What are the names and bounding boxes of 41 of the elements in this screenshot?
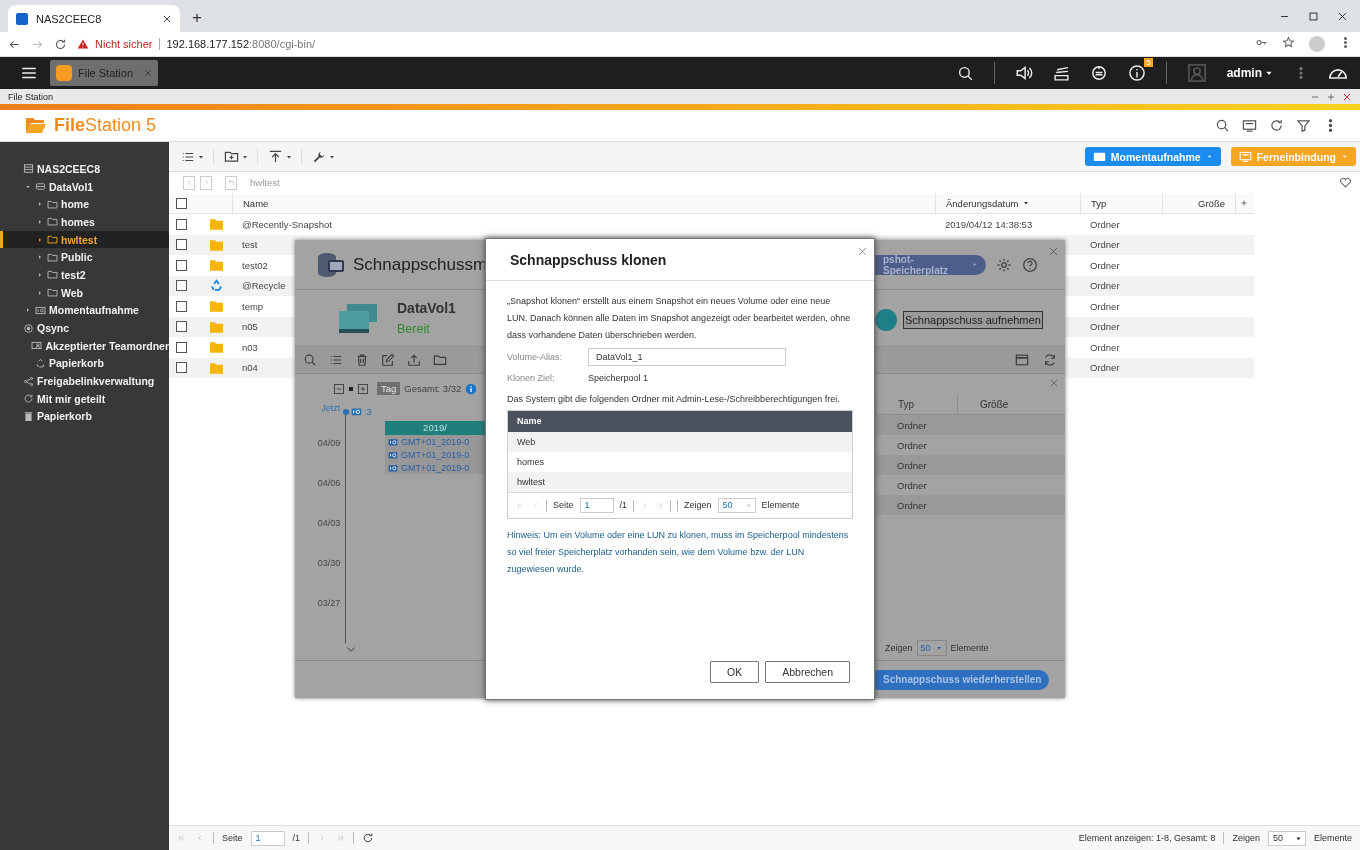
items-label: Elemente	[761, 499, 800, 512]
window-title: File Station	[8, 91, 54, 102]
file-type: Ordner	[1090, 341, 1120, 353]
items-label: Elemente	[950, 643, 989, 653]
file-type: Ordner	[1090, 218, 1120, 230]
notification-badge: 5	[1144, 58, 1153, 67]
file-type: Ordner	[1090, 300, 1120, 312]
show-label: Zeigen	[1232, 833, 1260, 843]
show-label: Zeigen	[684, 499, 712, 512]
dialog-description: „Snapshot klonen“ erstellt aus einem Snapshot ein neues Volume oder eine neue LUN. Danach können alle Daten im Snapshot angezeigt oder bearbeitet werden, ohne dass vorhandene Daten überschrieben werden.	[507, 295, 852, 342]
field-label: Volume-Alias:	[507, 350, 564, 364]
file-type: Ordner	[1090, 280, 1120, 292]
page-label: Seite	[553, 499, 574, 512]
items-label: Elemente	[1313, 833, 1352, 843]
timeline-date: 03/30	[317, 557, 341, 570]
item-summary: Element anzeigen: 1-8, Gesamt: 8	[1078, 833, 1216, 843]
snapshot-count: :3	[351, 406, 485, 417]
timeline-now-label: Jetzt	[321, 403, 341, 415]
page-total: /1	[619, 499, 628, 512]
file-type: Ordner	[1090, 362, 1120, 374]
page-label: Seite	[222, 833, 243, 843]
volume-name: DataVol1	[397, 300, 456, 316]
show-label: Zeigen	[885, 643, 913, 653]
file-type: Ordner	[1090, 259, 1120, 271]
snapshot-total: Gesamt: 3/32	[404, 383, 462, 394]
folders-note: Das System gibt die folgenden Ordner mit Admin-Lese-/Schreibberechtigungen frei.	[507, 393, 841, 406]
file-type: Ordner	[1090, 321, 1120, 333]
volume-status: Bereit	[397, 322, 431, 336]
timeline-date: 04/09	[317, 437, 341, 450]
page-total: /1	[292, 833, 301, 843]
timeline-date: 04/03	[317, 517, 341, 530]
dialog-title: Schnappschuss klonen	[510, 251, 667, 268]
modified-date: 2019/04/12 14:38:53	[945, 218, 1033, 230]
timeline-date: 04/06	[317, 477, 341, 490]
field-label: Klonen Ziel:	[507, 372, 556, 385]
group-header: 2019/	[385, 421, 485, 435]
field-value: Speicherpool 1	[588, 372, 650, 385]
timeline-date: 03/27	[317, 597, 341, 610]
file-type: Ordner	[1090, 239, 1120, 251]
app-logo: FileStation 5	[54, 115, 157, 136]
hint-text: Hinweis: Um ein Volume oder eine LUN zu klonen, muss im Speicherpool mindestens so viel freier Speicherplatz vorhanden sein, wie dem Volume bzw. der LUN zugewiesen wurde.	[507, 529, 850, 576]
